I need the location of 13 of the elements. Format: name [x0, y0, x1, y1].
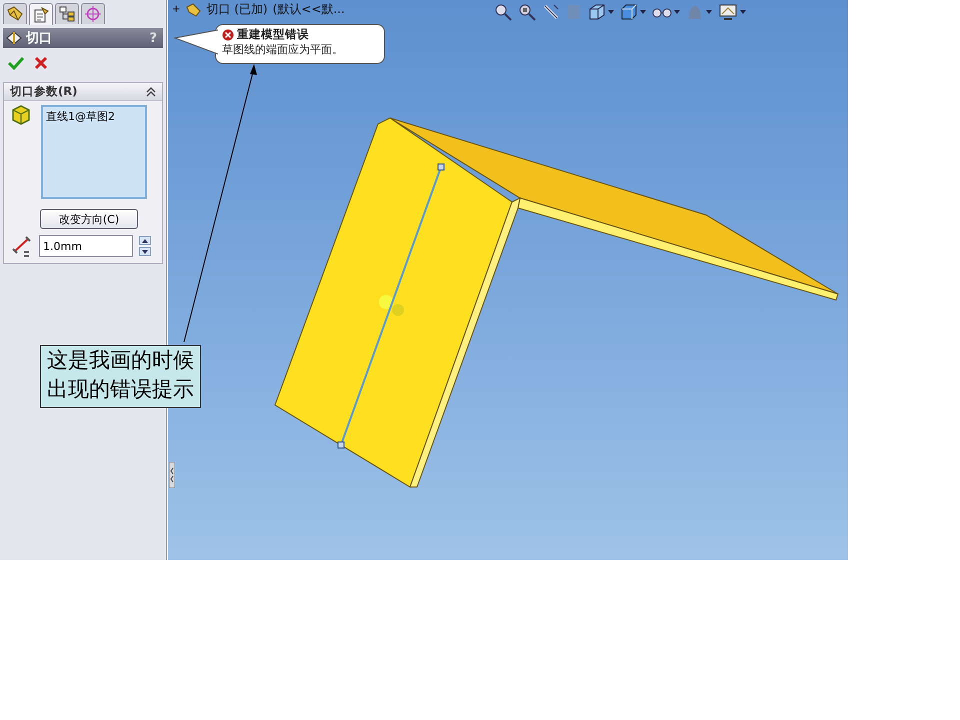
gap-input-field[interactable]: 1.0mm [39, 235, 133, 257]
tree-item-configuration: (默认<<默... [272, 1, 345, 18]
error-title: 重建模型错误 [237, 27, 309, 42]
section-title: 切口参数(R) [10, 84, 78, 99]
feature-title: 切口 [26, 30, 53, 47]
error-message: 草图线的端面应为平面。 [222, 42, 344, 57]
annotation-note: 这是我画的时候出现的错误提示 [40, 345, 201, 408]
reverse-direction-button[interactable]: 改变方向(C) [40, 209, 138, 229]
selection-list[interactable]: 直线1@草图2 [41, 105, 147, 199]
selection-item[interactable]: 直线1@草图2 [46, 109, 142, 124]
tree-item-label[interactable]: 切口 (已加) [206, 1, 268, 18]
tree-expander[interactable]: + [172, 4, 180, 15]
section-header[interactable]: 切口参数(R) [4, 83, 162, 101]
